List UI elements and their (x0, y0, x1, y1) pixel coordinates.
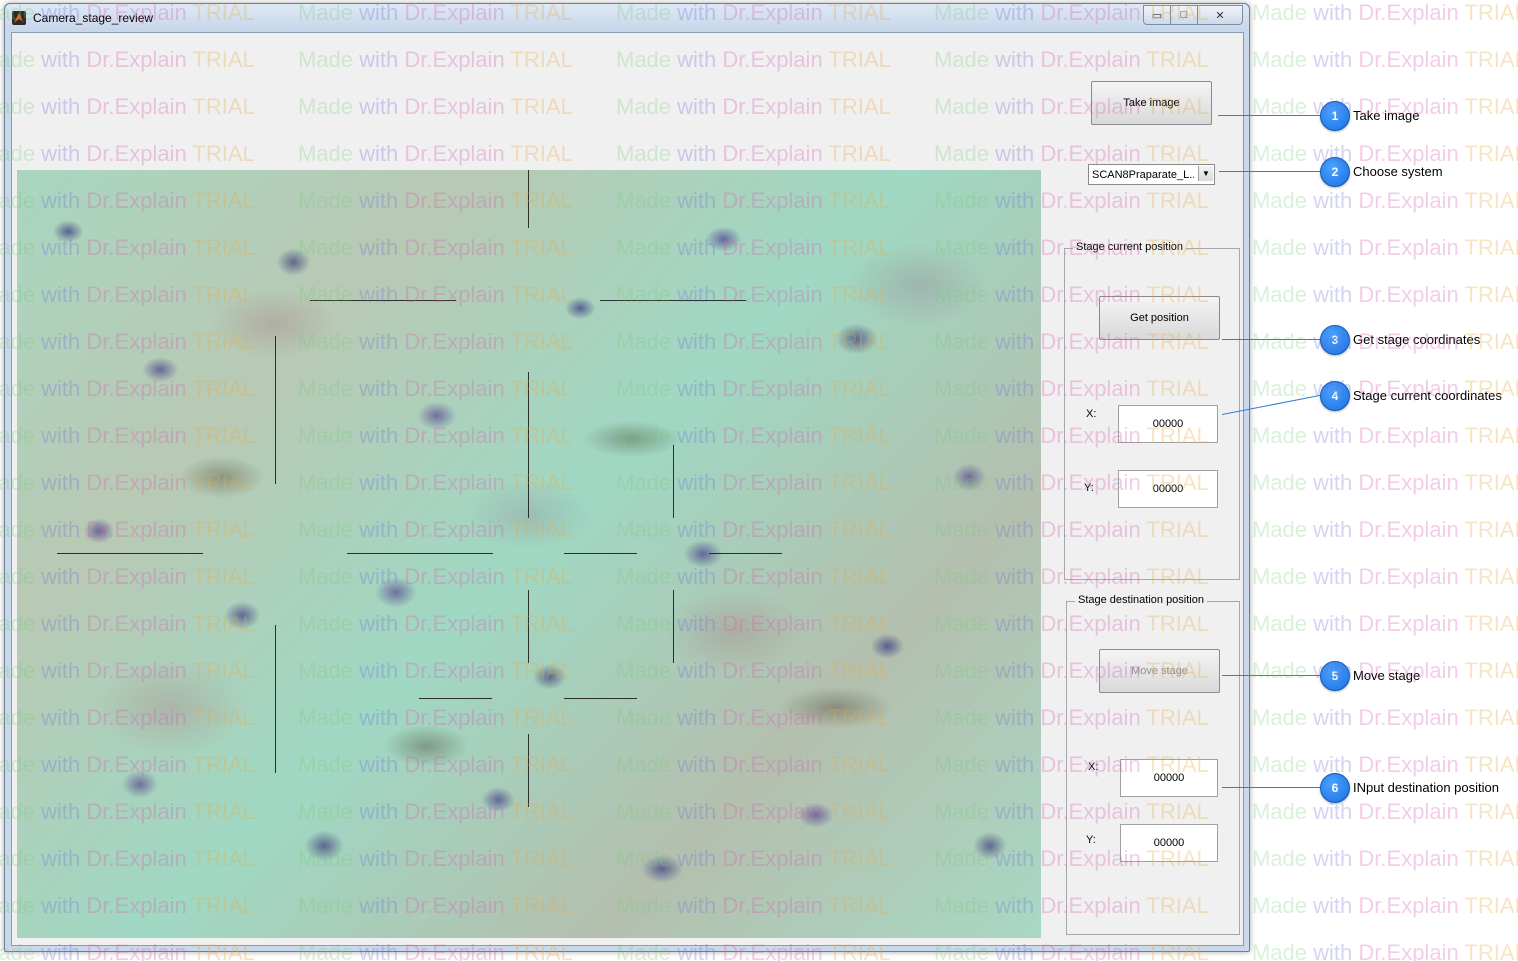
callout-1-line (1218, 115, 1320, 116)
reticle-line (600, 300, 746, 301)
watermark-text: Made with Dr.Explain TRIAL (1252, 188, 1518, 213)
move-stage-button[interactable]: Move stage (1099, 649, 1220, 693)
reticle-line (564, 553, 637, 554)
watermark-text: Made with Dr.Explain TRIAL (1252, 235, 1518, 260)
watermark-text: Made with Dr.Explain TRIAL (1252, 799, 1518, 824)
minimize-icon: ▭ (1151, 9, 1163, 22)
reticle-line (419, 698, 492, 699)
callout-1-text: Take image (1353, 108, 1420, 123)
close-icon: ✕ (1215, 9, 1225, 22)
callout-2-line (1219, 171, 1320, 172)
current-position-title: Stage current position (1073, 241, 1187, 253)
callout-4-badge: 4 (1320, 381, 1350, 411)
callout-5-text: Move stage (1353, 668, 1421, 683)
reticle-line (564, 698, 637, 699)
reticle-line (310, 300, 456, 301)
system-select[interactable]: SCAN8Praparate_L... ▼ (1088, 164, 1215, 185)
watermark-text: Made with Dr.Explain TRIAL (1252, 517, 1518, 542)
minimize-button[interactable]: ▭ (1143, 5, 1171, 25)
reticle-line (709, 553, 782, 554)
watermark-text: Made with Dr.Explain TRIAL (1252, 705, 1518, 730)
watermark-text: Made with Dr.Explain TRIAL (1252, 564, 1518, 589)
reticle-line (528, 372, 529, 518)
watermark-text: Made with Dr.Explain TRIAL (1252, 940, 1518, 961)
watermark-text: Made with Dr.Explain TRIAL (1252, 423, 1518, 448)
reticle-line (347, 553, 493, 554)
camera-image[interactable] (17, 170, 1041, 938)
dest-x-input[interactable] (1120, 759, 1218, 797)
reticle-line (528, 590, 529, 663)
callout-2-text: Choose system (1353, 164, 1443, 179)
maximize-button[interactable]: □ (1171, 5, 1198, 25)
system-select-value: SCAN8Praparate_L... (1092, 169, 1194, 181)
get-position-button[interactable]: Get position (1099, 296, 1220, 340)
close-button[interactable]: ✕ (1198, 5, 1243, 25)
reticle-line (275, 625, 276, 773)
app-window: Camera_stage_review ▭ □ ✕ Take image SCA… (4, 3, 1250, 952)
watermark-text: Made with Dr.Explain TRIAL (1252, 470, 1518, 495)
reticle-line (528, 170, 529, 228)
watermark-text: Made with Dr.Explain TRIAL (1252, 846, 1518, 871)
callout-5-line (1222, 675, 1320, 676)
watermark-text: Made with Dr.Explain TRIAL (1252, 282, 1518, 307)
watermark-text: Made with Dr.Explain TRIAL (1252, 47, 1518, 72)
watermark-text: Made with Dr.Explain TRIAL (1252, 893, 1518, 918)
callout-3-text: Get stage coordinates (1353, 332, 1481, 347)
reticle-line (528, 734, 529, 807)
callout-3-line (1222, 339, 1320, 340)
callout-6-text: INput destination position (1353, 780, 1499, 795)
reticle-line (673, 445, 674, 518)
current-y-field: 00000 (1118, 470, 1218, 508)
reticle-line (57, 553, 203, 554)
dest-y-input[interactable] (1120, 824, 1218, 862)
dropdown-arrow-icon[interactable]: ▼ (1198, 166, 1213, 181)
watermark-text: Made with Dr.Explain TRIAL (1252, 0, 1518, 25)
watermark-text: Made with Dr.Explain TRIAL (1252, 611, 1518, 636)
callout-5-badge: 5 (1320, 661, 1350, 691)
callout-2-badge: 2 (1320, 157, 1350, 187)
maximize-icon: □ (1180, 9, 1188, 21)
watermark-text: Made with Dr.Explain TRIAL (1252, 752, 1518, 777)
window-controls: ▭ □ ✕ (1143, 5, 1243, 25)
window-title: Camera_stage_review (33, 11, 154, 25)
reticle-line (673, 590, 674, 663)
callout-6-line (1222, 787, 1320, 788)
callout-4-text: Stage current coordinates (1353, 388, 1502, 403)
dest-y-label: Y: (1086, 834, 1096, 846)
title-bar[interactable]: Camera_stage_review ▭ □ ✕ (5, 4, 1249, 31)
callout-3-badge: 3 (1320, 325, 1350, 355)
destination-position-title: Stage destination position (1075, 594, 1207, 606)
current-x-label: X: (1086, 408, 1097, 420)
current-x-field: 00000 (1118, 405, 1218, 443)
callout-1-badge: 1 (1320, 101, 1350, 131)
reticle-line (275, 336, 276, 484)
current-y-label: Y: (1084, 482, 1094, 494)
dest-x-label: X: (1088, 761, 1099, 773)
callout-6-badge: 6 (1320, 773, 1350, 803)
app-icon (12, 11, 26, 25)
client-area: Take image SCAN8Praparate_L... ▼ Stage c… (11, 32, 1244, 946)
take-image-button[interactable]: Take image (1091, 81, 1212, 125)
